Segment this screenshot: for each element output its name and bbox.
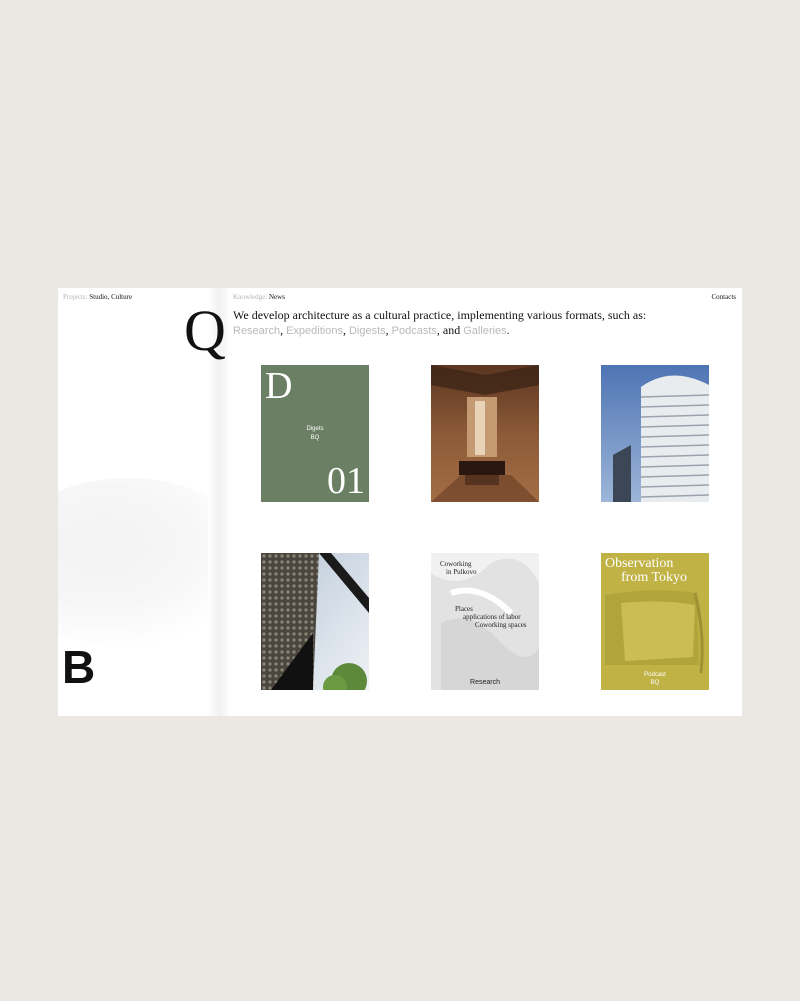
site-frame: Projects: Studio, Culture Q B Knowledge:… [58,288,742,716]
research-label: Research [470,679,500,686]
digest-letter: D [265,365,293,407]
research-title-line1: Coworking [440,560,472,568]
format-link-galleries[interactable]: Galleries [463,325,506,337]
nav-link-contacts[interactable]: Contacts [712,293,737,301]
research-text: Places applications of labor Coworking s… [455,605,527,629]
nav-knowledge: Knowledge: News [233,294,285,301]
research-text-line2: applications of labor [463,613,521,621]
digest-caption: Digets BQ [261,425,369,443]
card-facade-photo[interactable] [261,553,369,690]
decorative-blob [58,478,220,648]
intro-and: and [442,323,461,337]
interior-image [431,365,539,502]
nav-projects: Projects: Studio, Culture [63,294,132,301]
podcast-caption: Podcast BQ [601,671,709,687]
digest-number: 01 [327,460,365,502]
format-link-digests[interactable]: Digests [349,325,386,337]
facade-image [261,553,369,690]
nav-link-studio[interactable]: Studio [89,293,107,301]
intro-end: . [506,323,510,337]
podcast-sublabel: BQ [650,680,660,686]
nav-projects-label: Projects [63,293,86,301]
research-text-line3: Coworking spaces [475,621,527,629]
intro-text: We develop architecture as a cultural pr… [233,308,647,337]
format-link-expeditions[interactable]: Expeditions [286,325,343,337]
nav-contacts: Contacts [712,294,737,301]
card-research[interactable]: Coworking in Pulkovo Places applications… [431,553,539,690]
card-digests[interactable]: D Digets BQ 01 [261,365,369,502]
podcast-title: Observation from Tokyo [605,557,705,585]
podcast-title-line1: Observation [605,556,674,571]
intro-lead: We develop architecture as a cultural pr… [233,308,647,322]
nav-link-news[interactable]: News [269,293,285,301]
research-title: Coworking in Pulkovo [440,560,477,576]
digest-subtitle: BQ [310,435,320,441]
tower-image [601,365,709,502]
logo-q[interactable]: Q [184,302,226,360]
card-interior-photo[interactable] [431,365,539,502]
format-link-research[interactable]: Research [233,325,280,337]
research-text-line1: Places [455,605,473,613]
card-podcast[interactable]: Observation from Tokyo Podcast BQ [601,553,709,690]
podcast-label: Podcast [644,672,666,678]
nav-knowledge-label: Knowledge [233,293,266,301]
card-tower-photo[interactable] [601,365,709,502]
logo-b[interactable]: B [62,644,95,690]
podcast-title-line2: from Tokyo [621,570,688,585]
digest-title: Digets [306,426,324,432]
research-title-line2: in Pulkovo [446,568,477,576]
nav-link-culture[interactable]: Culture [111,293,132,301]
format-link-podcasts[interactable]: Podcasts [392,325,437,337]
